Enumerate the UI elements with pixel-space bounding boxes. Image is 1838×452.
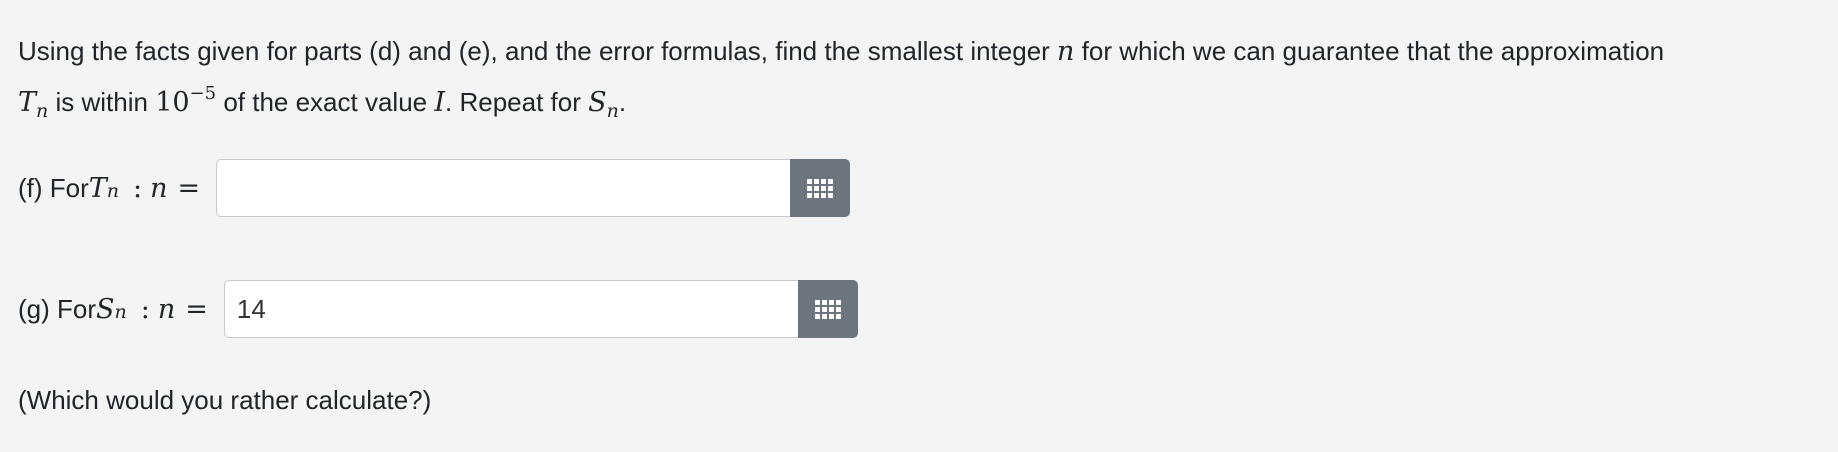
part-f-input-group (216, 159, 851, 217)
grid-icon (807, 178, 834, 198)
math-n: n (157, 293, 176, 325)
math-T: T (18, 87, 37, 118)
part-g-row: (g) For Sn : n = (18, 279, 858, 339)
part-g-equation-editor-button[interactable] (797, 280, 858, 338)
prompt-text: . (618, 87, 627, 117)
math-ten: 10 (155, 87, 190, 118)
prompt-text: . Repeat for (445, 87, 589, 117)
math-T: T (88, 172, 107, 204)
part-g-prefix: (g) For (18, 293, 96, 324)
grid-icon (814, 299, 841, 319)
part-f-row: (f) For Tn : n = (18, 158, 851, 218)
math-S: S (588, 87, 607, 118)
part-f-equation-editor-button[interactable] (790, 159, 851, 217)
prompt-text: is within (48, 87, 156, 117)
math-subscript: n (114, 300, 127, 323)
math-subscript: n (106, 179, 120, 202)
prompt-text: for which we can guarantee that the appr… (1074, 36, 1665, 66)
math-n: n (150, 172, 168, 204)
part-g-label: (g) For Sn : n = (18, 294, 214, 325)
prompt-line-1: Using the facts given for parts (d) and … (18, 30, 1828, 73)
math-colon: : (140, 293, 150, 325)
math-subscript: n (36, 100, 49, 122)
part-g-input-group (223, 280, 858, 338)
part-f-answer-input[interactable] (216, 159, 791, 217)
footer-note: (Which would you rather calculate?) (18, 385, 432, 415)
prompt-line-2: Tn is within 10−5 of the exact value I. … (18, 73, 1828, 132)
prompt-text: of the exact value (216, 87, 435, 117)
prompt-text: Using the facts given for parts (d) and … (18, 36, 1058, 66)
math-colon: : (133, 172, 143, 204)
math-equals: = (185, 293, 208, 325)
question-prompt: Using the facts given for parts (d) and … (18, 30, 1828, 132)
math-exponent: −5 (189, 83, 217, 104)
part-g-answer-input[interactable] (223, 280, 798, 338)
math-equals: = (177, 172, 201, 204)
math-n: n (1057, 36, 1075, 67)
part-f-label: (f) For Tn : n = (18, 173, 206, 204)
math-S: S (96, 293, 115, 325)
part-f-prefix: (f) For (18, 172, 89, 203)
math-I: I (434, 87, 446, 118)
math-subscript: n (606, 100, 619, 122)
